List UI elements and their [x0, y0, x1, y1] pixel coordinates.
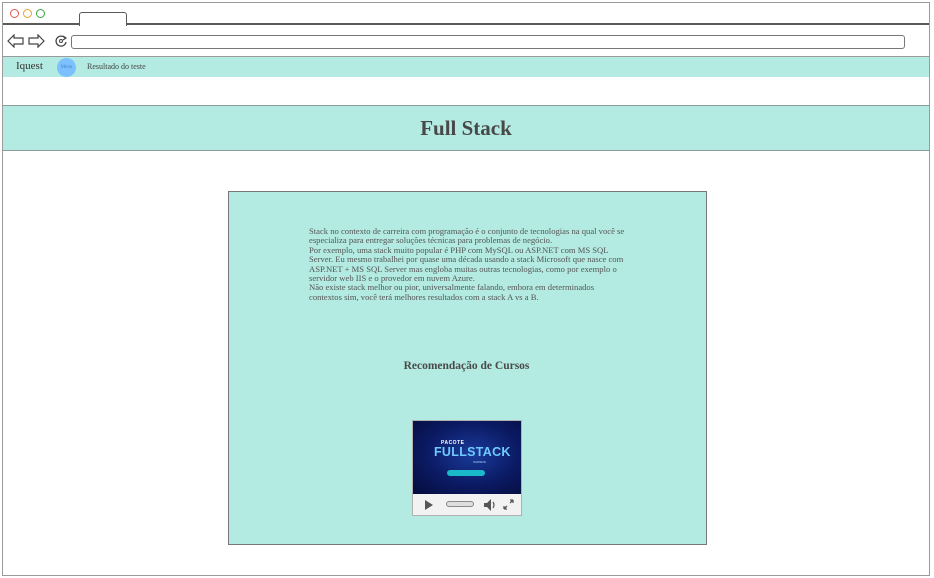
video-thumbnail[interactable]: PACOTE FULLSTACK CURSOS: [413, 421, 521, 494]
reload-icon[interactable]: [54, 34, 68, 48]
paragraph: Não existe stack melhor ou pior, univers…: [309, 282, 595, 302]
back-arrow-icon[interactable]: [7, 34, 25, 48]
paragraph: Por exemplo, uma stack muito popular é P…: [309, 244, 624, 284]
minimize-window-icon[interactable]: [23, 9, 32, 18]
courses-heading: Recomendação de Cursos: [403, 360, 530, 372]
paragraph: Stack no contexto de carreira com progra…: [309, 226, 625, 246]
url-input[interactable]: [71, 35, 905, 49]
browser-window: Iquest Menu Resultado do teste Full Stac…: [2, 2, 930, 576]
site-nav: Iquest Menu Resultado do teste: [3, 57, 929, 77]
progress-track[interactable]: [446, 501, 474, 507]
result-link[interactable]: Resultado do teste: [87, 62, 146, 71]
thumb-line3: CURSOS: [473, 460, 486, 464]
volume-icon[interactable]: [483, 498, 497, 512]
page-banner: Full Stack: [3, 105, 929, 151]
close-window-icon[interactable]: [10, 9, 19, 18]
forward-arrow-icon[interactable]: [27, 34, 45, 48]
description-text: Stack no contexto de carreira com progra…: [309, 226, 627, 302]
video-player[interactable]: PACOTE FULLSTACK CURSOS: [412, 420, 522, 516]
content-panel: Stack no contexto de carreira com progra…: [228, 191, 707, 545]
menu-circle-button[interactable]: Menu: [57, 58, 76, 77]
page-title: Full Stack: [420, 115, 512, 140]
thumb-line2: FULLSTACK: [434, 445, 511, 459]
tab-bar: [3, 3, 929, 26]
fullscreen-icon[interactable]: [503, 499, 514, 510]
video-controls: [413, 494, 521, 515]
maximize-window-icon[interactable]: [36, 9, 45, 18]
address-bar: [3, 25, 929, 57]
browser-tab[interactable]: [79, 12, 127, 26]
brand-link[interactable]: Iquest: [16, 60, 43, 72]
play-icon[interactable]: [425, 500, 433, 510]
thumb-badge: [447, 470, 485, 476]
